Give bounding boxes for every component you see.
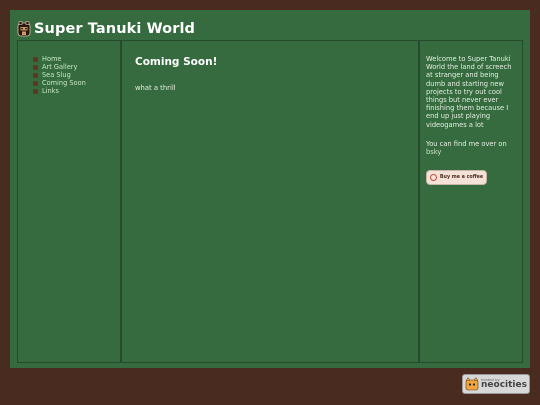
bullet-icon [33, 80, 38, 86]
badge-text: hosted by neocities [481, 377, 527, 391]
nav-link-sea-slug[interactable]: Sea Slug [42, 71, 71, 79]
nav-item-art-gallery: Art Gallery [33, 63, 86, 71]
site-container: Super Tanuki World Home Art Gallery Sea … [10, 10, 530, 368]
nav-item-links: Links [33, 87, 86, 95]
welcome-text: Welcome to Super Tanuki World the land o… [426, 55, 512, 129]
neocities-cat-icon [465, 377, 479, 391]
bullet-icon [33, 88, 38, 94]
nav-link-coming-soon[interactable]: Coming Soon [42, 79, 86, 87]
nav-item-coming-soon: Coming Soon [33, 79, 86, 87]
page-title: Coming Soon! [135, 56, 218, 68]
nav-link-art-gallery[interactable]: Art Gallery [42, 63, 77, 71]
bullet-icon [33, 72, 38, 78]
badge-big-text: neocities [481, 380, 527, 391]
nav-item-sea-slug: Sea Slug [33, 71, 86, 79]
nav-item-home: Home [33, 55, 86, 63]
header: Super Tanuki World [17, 16, 195, 42]
find-me-text: You can find me over on bsky [426, 140, 520, 156]
buy-me-a-coffee-button[interactable]: Buy me a coffee [426, 170, 487, 185]
tanuki-icon [17, 21, 31, 37]
nav-link-links[interactable]: Links [42, 87, 59, 95]
left-sidebar: Home Art Gallery Sea Slug Coming Soon Li… [17, 40, 121, 363]
coffee-button-label: Buy me a coffee [439, 175, 484, 180]
bullet-icon [33, 64, 38, 70]
right-sidebar: Welcome to Super Tanuki World the land o… [419, 40, 523, 363]
main-text: what a thrill [135, 84, 176, 92]
site-title: Super Tanuki World [34, 21, 196, 37]
bsky-link[interactable]: bsky [426, 148, 441, 156]
nav-menu: Home Art Gallery Sea Slug Coming Soon Li… [33, 55, 86, 95]
bullet-icon [33, 56, 38, 62]
main-content: Coming Soon! what a thrill [121, 40, 419, 363]
coffee-cup-icon [429, 174, 437, 181]
neocities-badge[interactable]: hosted by neocities [462, 374, 530, 394]
find-me-label: You can find me over on [426, 140, 507, 148]
nav-link-home[interactable]: Home [42, 55, 61, 63]
